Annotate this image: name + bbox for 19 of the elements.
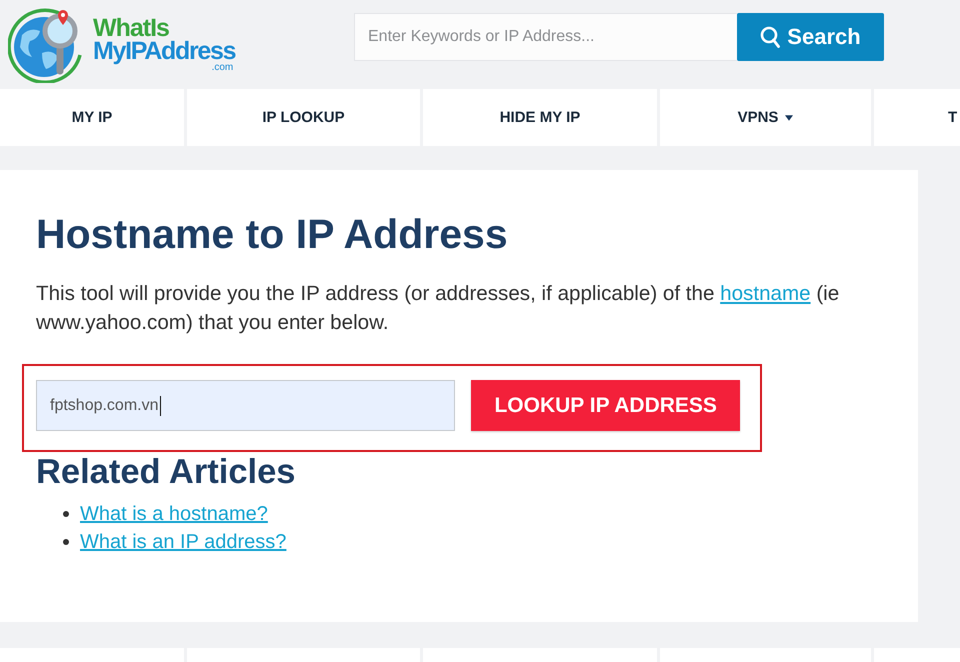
hostname-field[interactable]: fptshop.com.vn: [36, 380, 456, 431]
section-heading: Related Articles: [36, 452, 296, 492]
logo-wordmark: MyIPAddress: [93, 40, 236, 63]
lookup-button[interactable]: LOOKUP IP ADDRESS: [471, 380, 740, 431]
intro-paragraph: This tool will provide you the IP address (or addresses, if applicable) of the hostname (ie www.yahoo.com) that you enter below.: [36, 281, 840, 336]
logo-wordmark: WhatIs: [93, 17, 169, 40]
search-button[interactable]: Search: [737, 13, 884, 61]
search-field[interactable]: Enter Keywords or IP Address...: [354, 13, 737, 61]
search-icon: [760, 26, 780, 48]
page-title: Hostname to IP Address: [36, 210, 509, 258]
nav-link[interactable]: IP LOOKUP: [262, 109, 345, 126]
caret-icon: [785, 114, 794, 120]
bullet-icon: [63, 511, 69, 517]
nav-link[interactable]: T: [948, 109, 958, 126]
logo-domain: .com: [212, 63, 234, 73]
nav-link[interactable]: HIDE MY IP: [500, 109, 580, 126]
nav-link[interactable]: MY IP: [72, 109, 112, 126]
nav-link[interactable]: VPNS: [738, 109, 794, 126]
bullet-icon: [63, 539, 69, 545]
